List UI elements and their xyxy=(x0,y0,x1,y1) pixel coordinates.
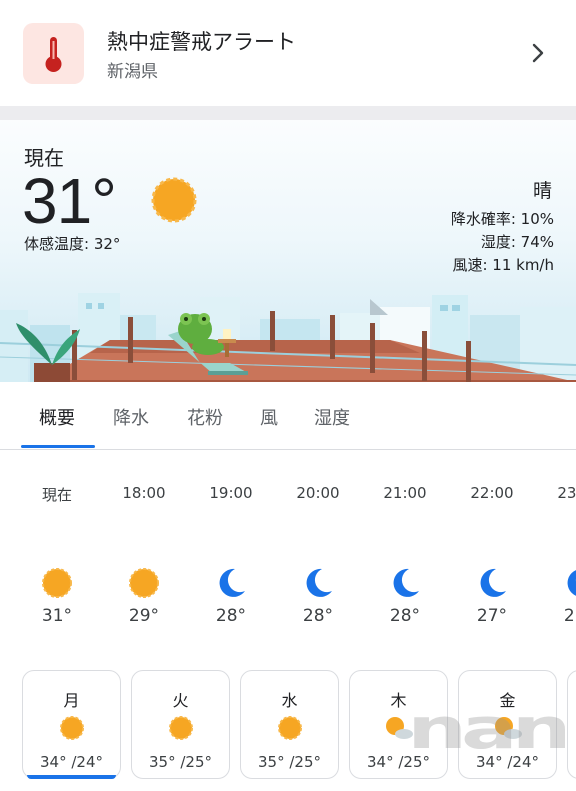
hourly-item: 21:00 28° xyxy=(360,449,450,664)
sun-icon xyxy=(151,177,197,223)
day-temperatures: 35° /25° xyxy=(149,753,212,771)
thermometer-icon xyxy=(45,37,62,72)
forecast-tabs: 概要 降水 花粉 風 湿度 xyxy=(0,382,576,450)
section-divider xyxy=(0,106,576,120)
hour-temperature: 27° xyxy=(476,606,508,626)
hour-time: 21:00 xyxy=(383,484,427,502)
selected-day-indicator xyxy=(27,775,116,779)
weather-stats: 降水確率: 10% 湿度: 74% 風速: 11 km/h xyxy=(451,208,554,277)
hour-temperature: 28° xyxy=(389,606,421,626)
hourly-item: 19:00 28° xyxy=(186,449,276,664)
watermark: nan xyxy=(407,697,572,762)
alert-region: 新潟県 xyxy=(107,62,158,82)
hour-time: 現在 xyxy=(41,486,72,504)
day-card-tuesday[interactable]: 火 35° /25° xyxy=(131,670,230,779)
alert-title: 熱中症警戒アラート xyxy=(107,30,296,54)
moon-icon xyxy=(393,568,419,597)
hourly-item: 23:00 27° xyxy=(534,449,576,664)
wind-speed: 風速: 11 km/h xyxy=(452,256,554,274)
weather-condition: 晴 xyxy=(532,180,552,202)
sun-icon xyxy=(42,568,72,598)
tab-pollen[interactable]: 花粉 xyxy=(187,404,223,430)
current-weather-card: 現在 31° 体感温度: 32° 晴 降水確率: 10% 湿度: 74% 風速:… xyxy=(0,120,576,382)
hour-time: 20:00 xyxy=(296,484,340,502)
day-card-wednesday[interactable]: 水 35° /25° xyxy=(240,670,339,779)
tab-wind[interactable]: 風 xyxy=(260,404,278,430)
day-name: 火 xyxy=(172,691,189,710)
hour-temperature: 27° xyxy=(563,606,576,626)
moon-icon xyxy=(219,568,245,597)
heat-alert-banner[interactable]: 熱中症警戒アラート 新潟県 xyxy=(0,0,576,107)
feels-like-temperature: 体感温度: 32° xyxy=(24,235,121,253)
sun-icon xyxy=(277,716,302,740)
hour-time: 22:00 xyxy=(470,484,514,502)
alert-icon-box xyxy=(23,23,84,84)
hourly-item: 18:00 29° xyxy=(99,449,189,664)
current-temperature: 31° xyxy=(22,165,117,237)
sun-icon xyxy=(168,716,193,740)
tab-humidity[interactable]: 湿度 xyxy=(314,404,350,430)
hourly-forecast[interactable]: 現在 31° 18:00 29° 19:00 28° 20:00 28° 21:… xyxy=(0,449,576,664)
day-card-monday[interactable]: 月 34° /24° xyxy=(22,670,121,779)
hourly-item: 22:00 27° xyxy=(447,449,537,664)
tab-precipitation[interactable]: 降水 xyxy=(113,404,149,430)
day-name: 水 xyxy=(281,691,298,710)
hour-temperature: 31° xyxy=(41,606,73,626)
moon-icon xyxy=(480,568,506,597)
day-temperatures: 35° /25° xyxy=(258,753,321,771)
precipitation-chance: 降水確率: 10% xyxy=(450,210,554,228)
chevron-right-icon[interactable] xyxy=(528,42,548,64)
humidity: 湿度: 74% xyxy=(480,233,554,251)
weather-illustration xyxy=(0,293,576,382)
active-tab-indicator xyxy=(21,445,95,448)
moon-icon xyxy=(567,570,576,596)
hour-temperature: 28° xyxy=(302,606,334,626)
day-card-partial[interactable] xyxy=(567,670,576,779)
day-temperatures: 34° /24° xyxy=(40,753,103,771)
moon-icon xyxy=(306,568,332,597)
hour-temperature: 28° xyxy=(215,606,247,626)
hour-temperature: 29° xyxy=(128,606,160,626)
hourly-item: 20:00 28° xyxy=(273,449,363,664)
hour-time: 23:00 xyxy=(557,484,576,502)
sun-icon xyxy=(129,568,159,598)
hourly-item: 現在 31° xyxy=(12,449,102,664)
sun-icon xyxy=(59,716,84,740)
day-name: 月 xyxy=(63,691,80,710)
hour-time: 18:00 xyxy=(122,484,166,502)
tab-overview[interactable]: 概要 xyxy=(39,404,75,430)
hour-time: 19:00 xyxy=(209,484,253,502)
